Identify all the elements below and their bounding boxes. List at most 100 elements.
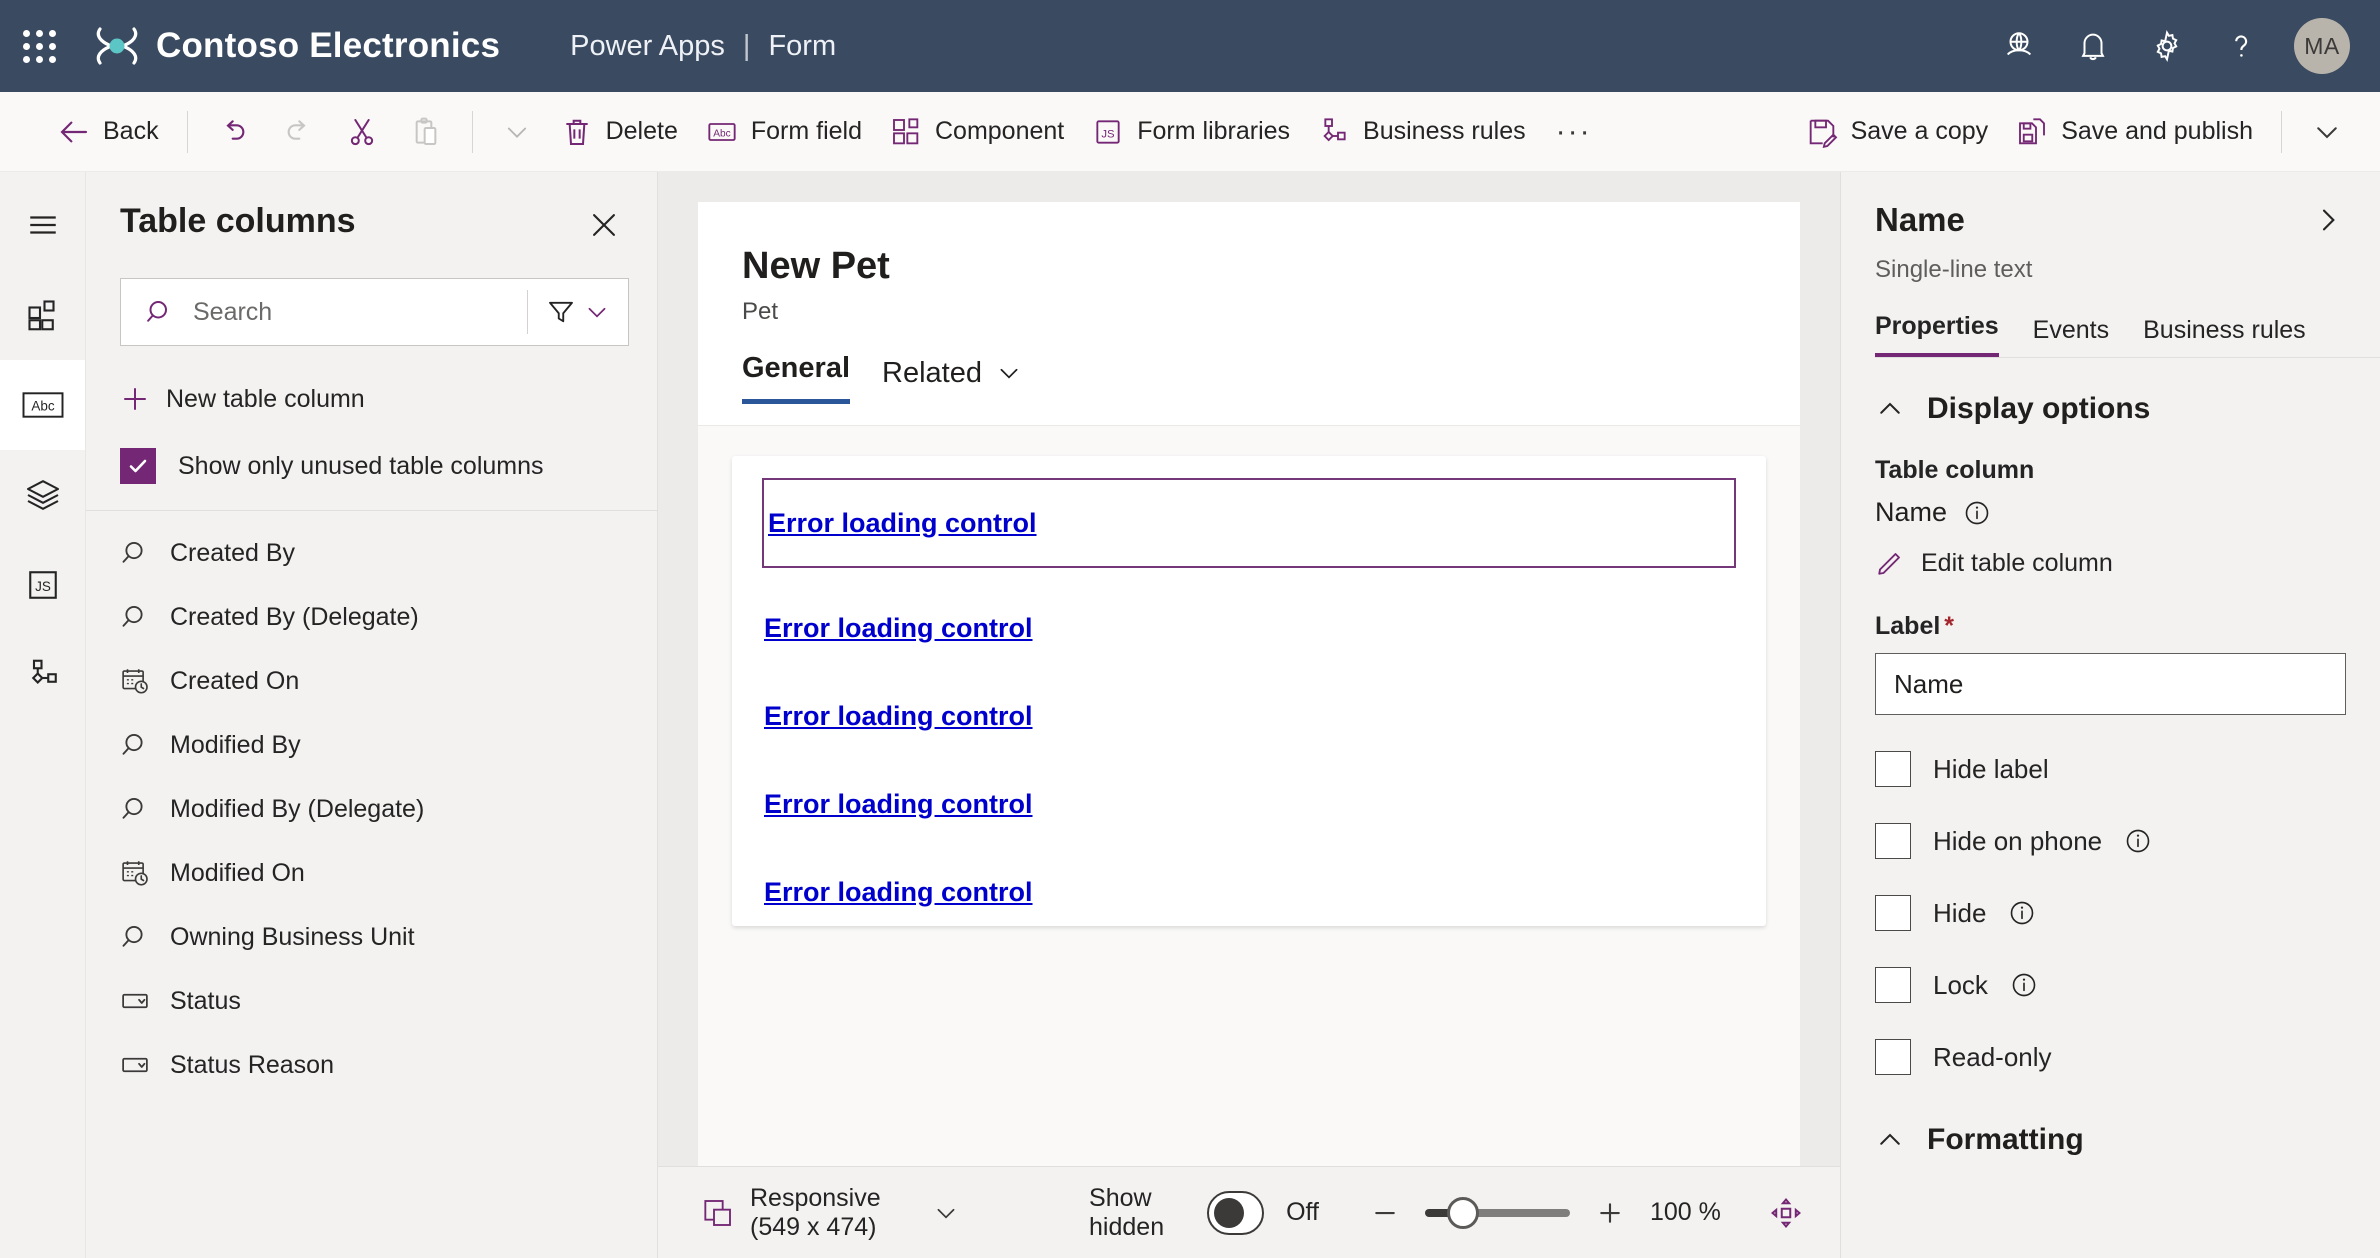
power-apps-form-designer: Contoso Electronics Power Apps | Form MA… bbox=[0, 0, 2380, 1258]
sidebar-item-table-columns[interactable]: Abc bbox=[0, 360, 85, 450]
formatting-section-header[interactable]: Formatting bbox=[1875, 1123, 2346, 1157]
form-field-button[interactable]: Abc Form field bbox=[692, 103, 876, 161]
delete-button[interactable]: Delete bbox=[547, 103, 692, 161]
app-launcher-icon[interactable] bbox=[0, 29, 78, 63]
paste-button[interactable] bbox=[394, 103, 458, 161]
filter-button[interactable] bbox=[528, 297, 628, 327]
fit-to-screen-icon[interactable] bbox=[1766, 1193, 1806, 1233]
environment-icon[interactable] bbox=[1982, 9, 2056, 83]
avatar[interactable]: MA bbox=[2294, 18, 2350, 74]
notifications-icon[interactable] bbox=[2056, 9, 2130, 83]
save-a-copy-button[interactable]: Save a copy bbox=[1792, 103, 2003, 161]
edit-table-column-link[interactable]: Edit table column bbox=[1875, 548, 2113, 578]
list-item[interactable]: Created By (Delegate) bbox=[86, 585, 657, 649]
info-icon[interactable] bbox=[2008, 899, 2036, 927]
business-rules-icon[interactable] bbox=[0, 630, 85, 720]
property-checkbox[interactable]: Hide on phone bbox=[1875, 823, 2346, 859]
properties-subtitle: Single-line text bbox=[1875, 256, 2033, 283]
chevron-up-icon bbox=[1875, 394, 1905, 424]
brand[interactable]: Contoso Electronics bbox=[94, 25, 500, 67]
component-button[interactable]: Component bbox=[876, 103, 1078, 161]
list-item[interactable]: Status bbox=[86, 969, 657, 1033]
error-loading-control-link[interactable]: Error loading control bbox=[762, 701, 1033, 732]
info-icon[interactable] bbox=[2124, 827, 2152, 855]
zoom-out-icon[interactable] bbox=[1365, 1193, 1405, 1233]
list-item[interactable]: Created By bbox=[86, 521, 657, 585]
label-field-text: Label bbox=[1875, 612, 1941, 640]
display-options-section-header[interactable]: Display options bbox=[1875, 392, 2346, 426]
checkbox-box bbox=[1875, 1039, 1911, 1075]
form-control[interactable]: Error loading control bbox=[762, 760, 1736, 848]
form-control[interactable]: Error loading control bbox=[762, 584, 1736, 672]
form-factor-selector[interactable]: Responsive (549 x 474) bbox=[702, 1184, 959, 1242]
list-item[interactable]: Status Reason bbox=[86, 1033, 657, 1097]
table-columns-header: Table columns bbox=[86, 172, 657, 248]
overflow-menu-button[interactable]: ··· bbox=[1540, 103, 1608, 161]
form-libraries-button[interactable]: JS Form libraries bbox=[1078, 103, 1304, 161]
form-control[interactable]: Error loading control bbox=[762, 672, 1736, 760]
tab-business-rules-label: Business rules bbox=[2143, 316, 2306, 344]
business-rules-button[interactable]: Business rules bbox=[1304, 103, 1540, 161]
show-only-unused-checkbox[interactable]: Show only unused table columns bbox=[120, 448, 657, 484]
svg-text:JS: JS bbox=[1102, 128, 1116, 140]
settings-icon[interactable] bbox=[2130, 9, 2204, 83]
search-input[interactable] bbox=[193, 297, 519, 327]
property-checkbox[interactable]: Hide label bbox=[1875, 751, 2346, 787]
plus-icon bbox=[120, 384, 150, 414]
clipboard-overflow-chevron-icon[interactable] bbox=[487, 103, 547, 161]
list-item[interactable]: Modified By bbox=[86, 713, 657, 777]
list-item[interactable]: Owning Business Unit bbox=[86, 905, 657, 969]
error-loading-control-link[interactable]: Error loading control bbox=[764, 508, 1037, 539]
show-hidden-toggle[interactable] bbox=[1207, 1190, 1265, 1235]
components-icon[interactable] bbox=[0, 270, 85, 360]
form-libraries-label: Form libraries bbox=[1137, 117, 1291, 145]
info-icon[interactable] bbox=[2010, 971, 2038, 999]
tab-related[interactable]: Related bbox=[882, 357, 1022, 404]
list-item[interactable]: Created On bbox=[86, 649, 657, 713]
svg-text:JS: JS bbox=[35, 579, 51, 594]
error-loading-control-link[interactable]: Error loading control bbox=[762, 877, 1033, 908]
layers-icon[interactable] bbox=[0, 450, 85, 540]
help-icon[interactable] bbox=[2204, 9, 2278, 83]
redo-button[interactable] bbox=[266, 103, 330, 161]
zoom-value: 100 % bbox=[1650, 1198, 1721, 1226]
list-item[interactable]: Modified By (Delegate) bbox=[86, 777, 657, 841]
close-icon[interactable] bbox=[581, 202, 627, 248]
zoom-slider[interactable] bbox=[1425, 1193, 1570, 1233]
chevron-down-icon bbox=[996, 360, 1022, 386]
save-and-publish-button[interactable]: Save and publish bbox=[2002, 103, 2267, 161]
tab-events[interactable]: Events bbox=[2033, 316, 2109, 357]
choice-icon bbox=[120, 986, 150, 1016]
property-checkbox[interactable]: Hide bbox=[1875, 895, 2346, 931]
search-box[interactable] bbox=[120, 278, 629, 346]
back-button[interactable]: Back bbox=[44, 103, 173, 161]
new-table-column-label: New table column bbox=[166, 384, 365, 413]
canvas-scroll-area: New Pet Pet General Related Error loadin… bbox=[658, 172, 1840, 1166]
undo-button[interactable] bbox=[202, 103, 266, 161]
form-factor-label: Responsive (549 x 474) bbox=[750, 1183, 881, 1241]
new-table-column-button[interactable]: New table column bbox=[120, 376, 375, 422]
tab-general[interactable]: General bbox=[742, 352, 850, 404]
zoom-in-icon[interactable] bbox=[1590, 1193, 1630, 1233]
hamburger-menu-icon[interactable] bbox=[0, 180, 85, 270]
info-icon[interactable] bbox=[1963, 499, 1991, 527]
divider bbox=[471, 110, 473, 153]
tab-business-rules[interactable]: Business rules bbox=[2143, 316, 2306, 357]
list-item[interactable]: Modified On bbox=[86, 841, 657, 905]
form-control[interactable]: Error loading control bbox=[762, 848, 1736, 936]
javascript-icon[interactable]: JS bbox=[0, 540, 85, 630]
label-input[interactable] bbox=[1875, 653, 2346, 715]
form-section: Error loading control Error loading contr… bbox=[732, 456, 1766, 926]
save-chevron-down-icon[interactable] bbox=[2296, 103, 2358, 161]
form-control-selected[interactable]: Error loading control bbox=[762, 478, 1736, 568]
svg-text:Abc: Abc bbox=[713, 128, 730, 139]
chevron-right-icon[interactable] bbox=[2306, 198, 2350, 242]
table-column-name: Modified By (Delegate) bbox=[170, 794, 425, 823]
brand-name: Contoso Electronics bbox=[156, 26, 501, 65]
property-checkbox[interactable]: Lock bbox=[1875, 967, 2346, 1003]
error-loading-control-link[interactable]: Error loading control bbox=[762, 789, 1033, 820]
error-loading-control-link[interactable]: Error loading control bbox=[762, 613, 1033, 644]
tab-properties[interactable]: Properties bbox=[1875, 312, 1999, 357]
cut-button[interactable] bbox=[330, 103, 394, 161]
property-checkbox[interactable]: Read-only bbox=[1875, 1039, 2346, 1075]
